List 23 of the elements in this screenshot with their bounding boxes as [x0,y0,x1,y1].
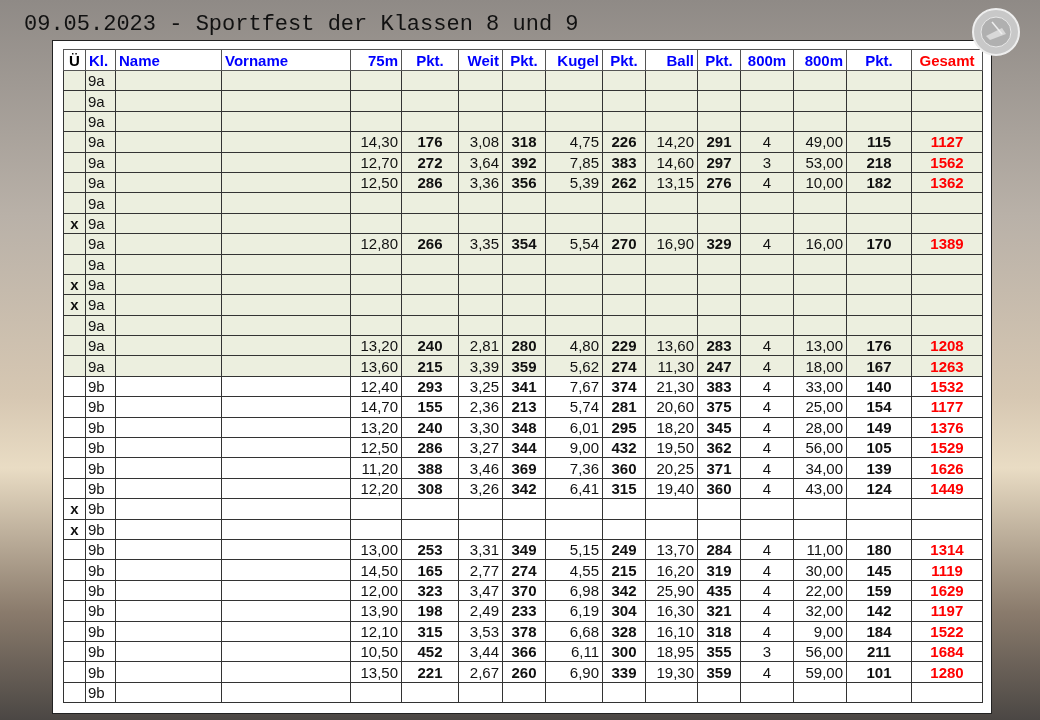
column-header: Ball [645,49,698,71]
column-header: Kugel [545,49,603,71]
column-header: Weit [458,49,503,71]
column-header: Ü [63,49,86,71]
column-header: 75m [350,49,402,71]
table-cell: x [63,294,86,316]
column-header: 800m [740,49,794,71]
table-cell: x [63,274,86,295]
table-cell: x [63,498,86,520]
table-cell: x [63,213,86,234]
column-header: Kl. [85,49,116,71]
column-header: Pkt. [846,49,912,71]
column-header: 800m [793,49,847,71]
column-header: Gesamt [911,49,983,71]
column-header: Pkt. [502,49,546,71]
column-header: Vorname [221,49,351,71]
column-header: Pkt. [697,49,741,71]
school-seal-icon [972,8,1020,56]
slide-title: 09.05.2023 - Sportfest der Klassen 8 und 9 [24,12,579,39]
column-header: Name [115,49,222,71]
column-header: Pkt. [602,49,646,71]
column-header: Pkt. [401,49,459,71]
table-cell: x [63,519,86,540]
